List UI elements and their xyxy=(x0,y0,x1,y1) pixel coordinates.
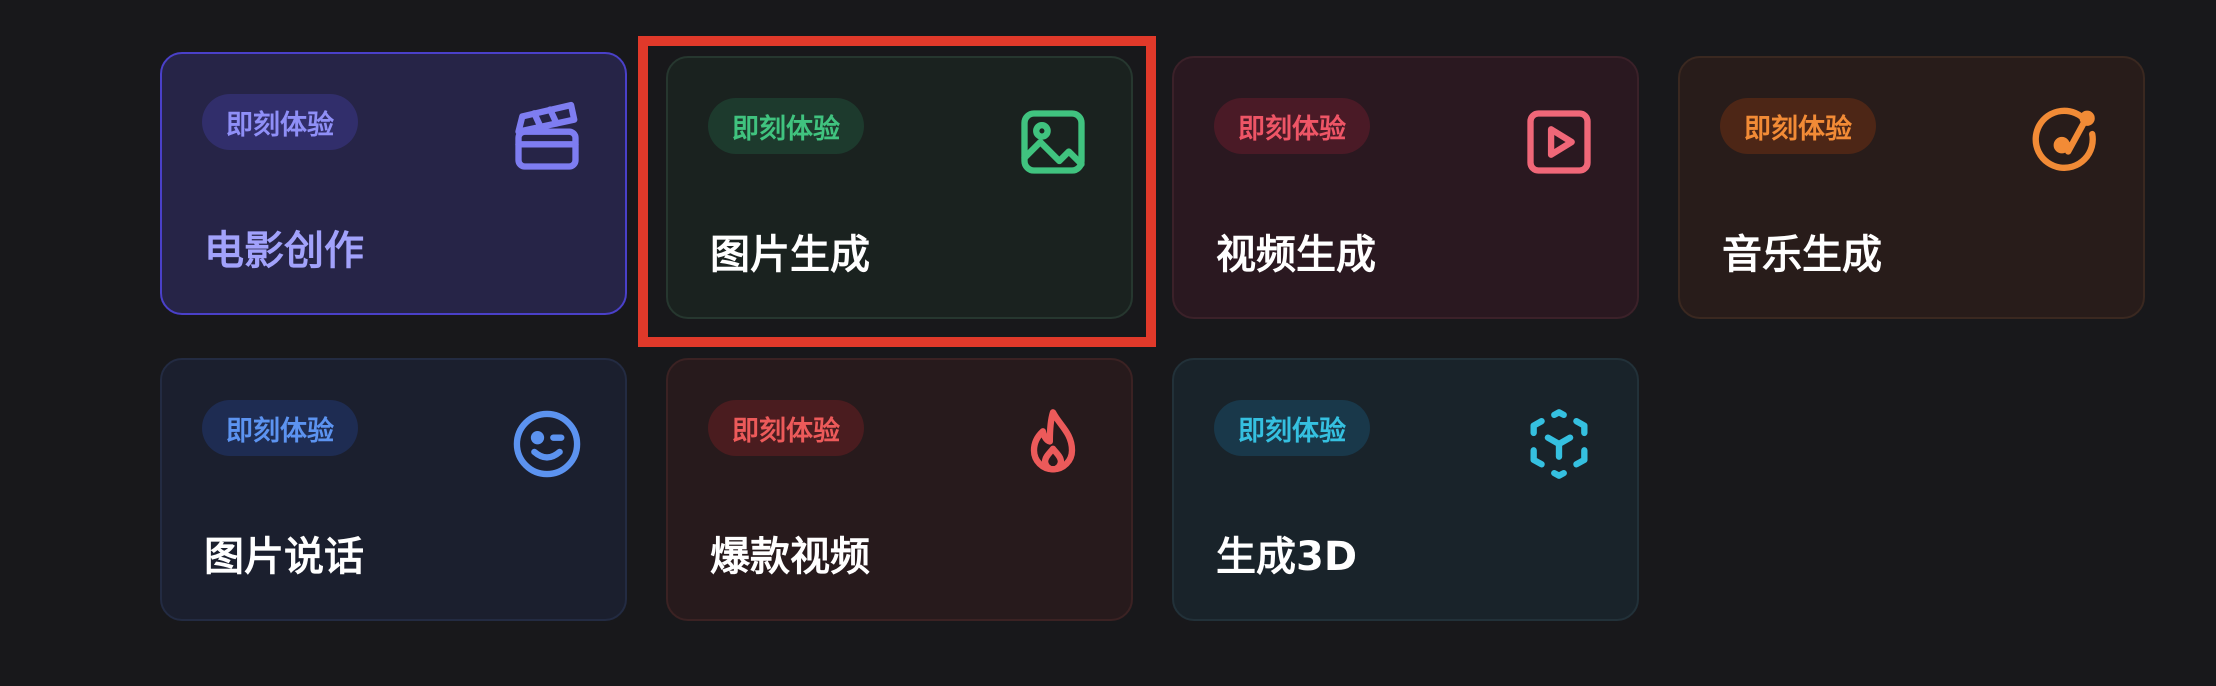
try-now-badge[interactable]: 即刻体验 xyxy=(1214,98,1370,154)
image-icon xyxy=(1015,104,1091,180)
card-image-talking[interactable]: 即刻体验 图片说话 xyxy=(160,358,627,621)
card-image-generation[interactable]: 即刻体验 图片生成 xyxy=(666,56,1133,319)
card-title: 图片说话 xyxy=(204,534,364,580)
try-now-badge[interactable]: 即刻体验 xyxy=(708,400,864,456)
clapperboard-icon xyxy=(509,100,585,176)
wink-face-icon xyxy=(509,406,585,482)
try-now-badge[interactable]: 即刻体验 xyxy=(1720,98,1876,154)
card-movie-creation[interactable]: 即刻体验 电影创作 xyxy=(160,52,627,315)
flame-icon xyxy=(1015,406,1091,482)
card-viral-video[interactable]: 即刻体验 爆款视频 xyxy=(666,358,1133,621)
card-music-generation[interactable]: 即刻体验 音乐生成 xyxy=(1678,56,2145,319)
card-title: 电影创作 xyxy=(204,228,364,274)
card-title: 图片生成 xyxy=(710,232,870,278)
play-square-icon xyxy=(1521,104,1597,180)
card-title: 音乐生成 xyxy=(1722,232,1882,278)
music-disc-icon xyxy=(2027,104,2103,180)
try-now-badge[interactable]: 即刻体验 xyxy=(1214,400,1370,456)
cube-3d-icon xyxy=(1521,406,1597,482)
try-now-badge[interactable]: 即刻体验 xyxy=(708,98,864,154)
card-title: 生成3D xyxy=(1216,534,1358,580)
card-title: 爆款视频 xyxy=(710,534,870,580)
try-now-badge[interactable]: 即刻体验 xyxy=(202,94,358,150)
card-video-generation[interactable]: 即刻体验 视频生成 xyxy=(1172,56,1639,319)
card-title: 视频生成 xyxy=(1216,232,1376,278)
card-3d-generation[interactable]: 即刻体验 生成3D xyxy=(1172,358,1639,621)
try-now-badge[interactable]: 即刻体验 xyxy=(202,400,358,456)
